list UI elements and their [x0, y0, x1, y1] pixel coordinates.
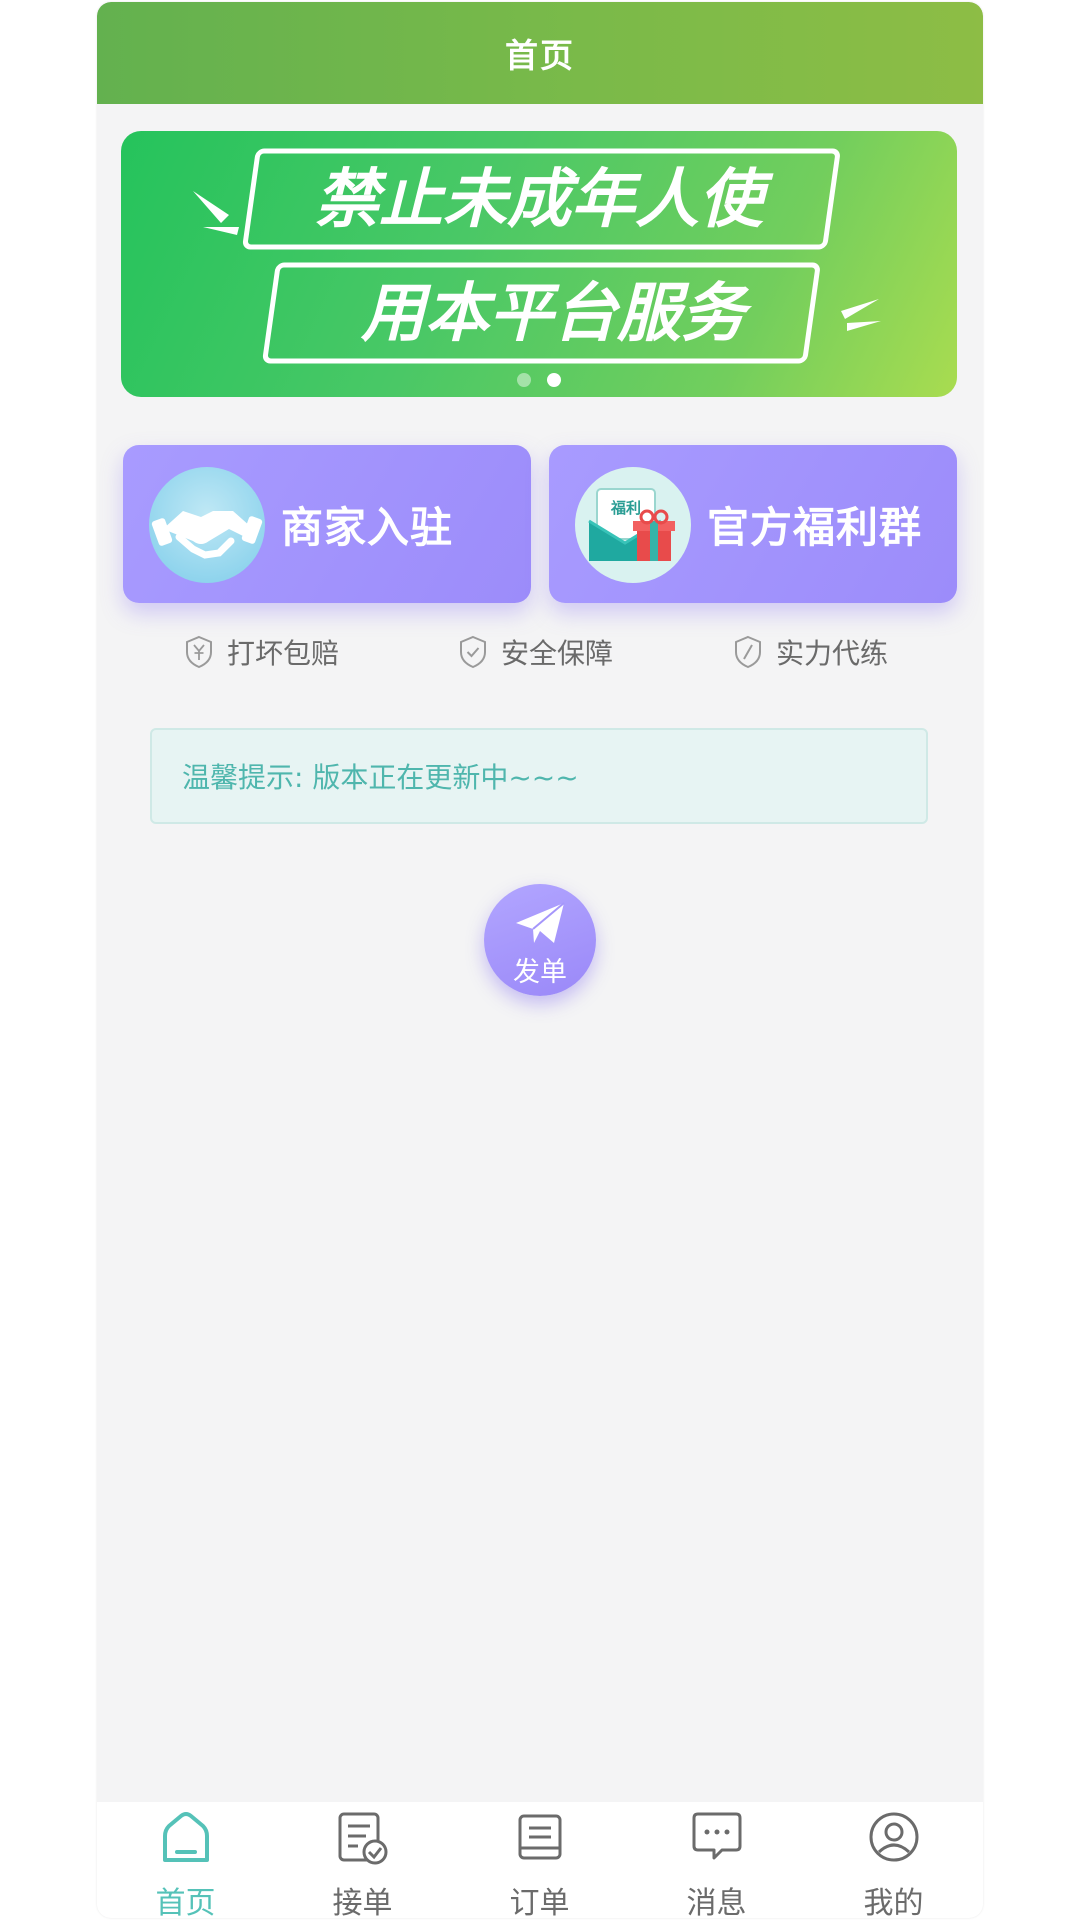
shield-icon	[735, 635, 761, 669]
tab-messages[interactable]: 消息	[628, 1802, 805, 1918]
order-list-icon	[518, 1814, 562, 1860]
feature-damage-compensation: 打坏包赔	[185, 632, 339, 672]
tab-orders[interactable]: 订单	[451, 1802, 628, 1918]
welfare-group-label: 官方福利群	[707, 502, 923, 552]
gift-card-text: 福利	[610, 499, 641, 517]
notice-banner: 温馨提示: 版本正在更新中~~~	[150, 728, 928, 824]
page-title: 首页	[505, 36, 575, 75]
send-order-button[interactable]: 发单	[484, 884, 596, 996]
banner-image: 禁止未成年人使 用本平台服务	[193, 148, 881, 364]
tab-label: 接单	[332, 1886, 393, 1918]
top-bar: 首页	[97, 2, 983, 104]
bottom-tab-bar: 首页 接单 订单 消息 我的	[97, 1802, 983, 1918]
paper-plane-icon	[516, 902, 565, 943]
tab-accept-order[interactable]: 接单	[274, 1802, 451, 1918]
welfare-group-card[interactable]: 福利 官方福利群	[549, 445, 957, 603]
tab-label: 首页	[155, 1886, 216, 1918]
send-order-label: 发单	[513, 957, 567, 988]
carousel-dot-active[interactable]	[547, 373, 561, 387]
tab-label: 我的	[863, 1886, 924, 1918]
feature-skill: 实力代练	[734, 632, 888, 672]
banner-line-2: 用本平台服务	[360, 277, 753, 351]
app-screen: 首页 禁止未成年人使 用本平台服务 商家入驻 福利 官方福利群 打坏包赔 安全保…	[97, 2, 983, 1918]
banner-carousel[interactable]: 禁止未成年人使 用本平台服务	[121, 131, 957, 397]
clipboard-check-icon	[338, 1812, 388, 1865]
merchant-join-label: 商家入驻	[281, 502, 454, 552]
feature-label: 实力代练	[776, 637, 889, 670]
user-icon	[869, 1812, 919, 1862]
notice-text: 温馨提示: 版本正在更新中~~~	[182, 761, 579, 794]
home-icon	[163, 1812, 209, 1862]
yen-shield-icon	[186, 635, 212, 669]
tab-label: 订单	[509, 1886, 570, 1918]
check-shield-icon	[460, 635, 486, 669]
merchant-join-card[interactable]: 商家入驻	[123, 445, 531, 603]
tab-profile[interactable]: 我的	[805, 1802, 982, 1918]
handshake-icon	[149, 467, 265, 583]
carousel-dot[interactable]	[517, 373, 531, 387]
feature-label: 打坏包赔	[227, 637, 340, 670]
carousel-indicator	[121, 373, 957, 387]
banner-line-1: 禁止未成年人使	[315, 163, 774, 237]
guarantee-row: 打坏包赔 安全保障 实力代练	[97, 632, 983, 676]
feature-safety: 安全保障	[459, 632, 613, 672]
message-icon	[692, 1812, 742, 1860]
gift-envelope-icon: 福利	[575, 467, 691, 583]
tab-home[interactable]: 首页	[97, 1802, 274, 1918]
tab-label: 消息	[686, 1886, 747, 1918]
feature-label: 安全保障	[501, 637, 614, 670]
